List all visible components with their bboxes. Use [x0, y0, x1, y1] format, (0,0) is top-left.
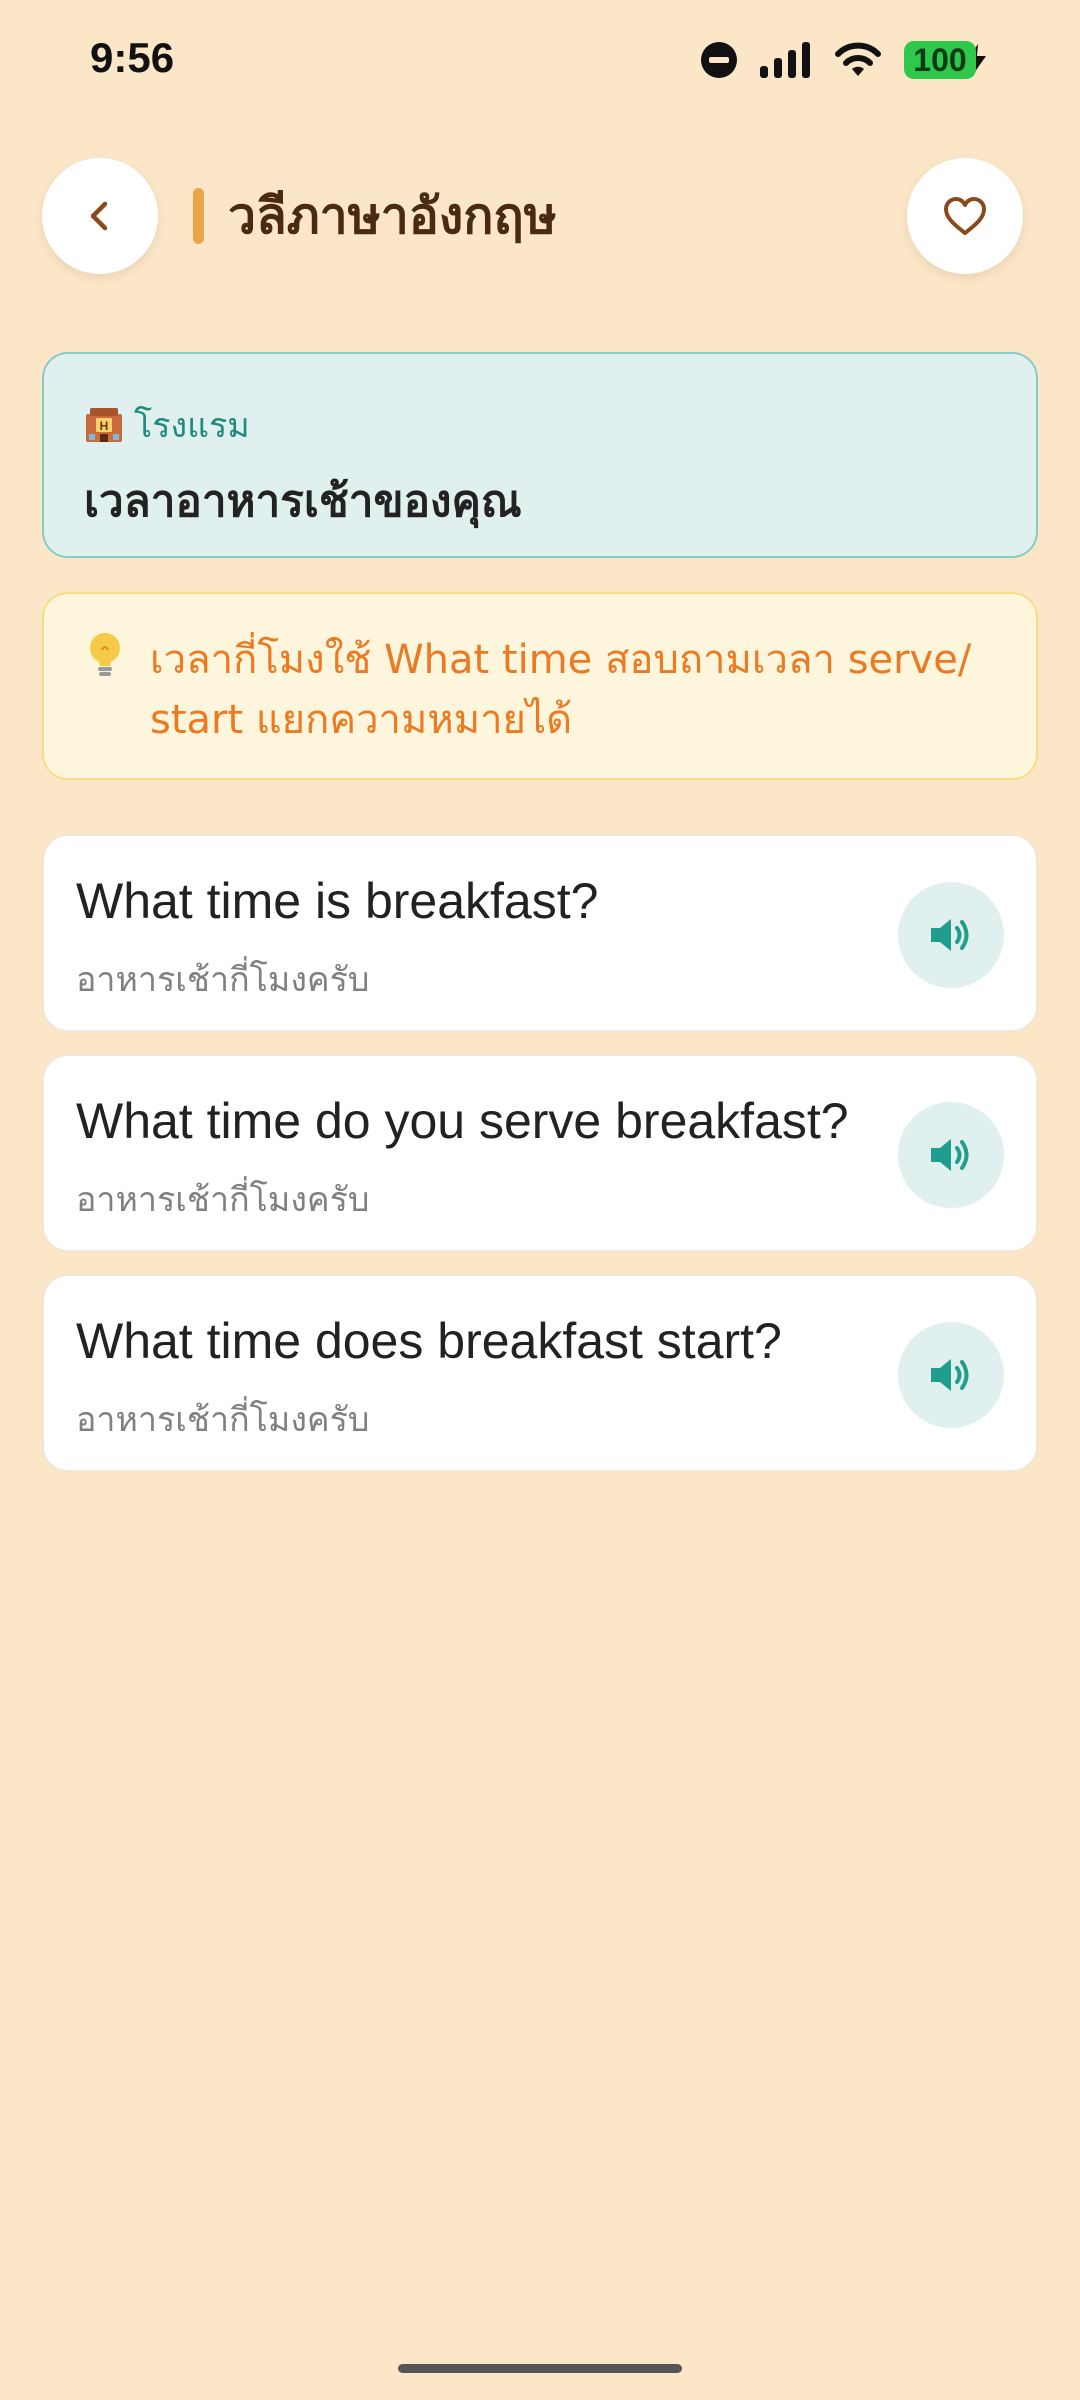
do-not-disturb-icon — [701, 42, 737, 78]
category-label: โรงแรม — [134, 406, 250, 446]
speaker-icon — [931, 1139, 969, 1171]
phrase-english: What time does breakfast start? — [76, 1313, 782, 1369]
category-title: เวลาอาหารเช้าของคุณ — [84, 476, 522, 527]
favorite-button[interactable] — [907, 158, 1023, 274]
category-card: H โรงแรม เวลาอาหารเช้าของคุณ — [42, 352, 1038, 558]
title-accent-bar — [193, 188, 204, 244]
phrase-card[interactable]: What time does breakfast start? อาหารเช้… — [42, 1274, 1038, 1472]
play-audio-button[interactable] — [898, 1102, 1004, 1208]
phrase-card[interactable]: What time is breakfast? อาหารเช้ากี่โมงค… — [42, 834, 1038, 1032]
phrase-english: What time is breakfast? — [76, 873, 599, 929]
back-button[interactable] — [42, 158, 158, 274]
status-bar: 9:56 100 — [0, 0, 1080, 120]
tip-card: เวลากี่โมงใช้ What time สอบถามเวลา serve… — [42, 592, 1038, 780]
svg-text:H: H — [100, 419, 109, 433]
category-label-row: H โรงแรม — [84, 398, 250, 452]
hotel-icon: H — [86, 408, 122, 442]
phrase-thai: อาหารเช้ากี่โมงครับ — [76, 1180, 370, 1220]
cellular-signal-icon — [760, 42, 810, 78]
phrase-english: What time do you serve breakfast? — [76, 1093, 849, 1149]
phrase-thai: อาหารเช้ากี่โมงครับ — [76, 960, 370, 1000]
home-indicator[interactable] — [398, 2364, 682, 2373]
speaker-icon — [931, 1359, 969, 1391]
status-icons: 100 — [700, 38, 990, 82]
heart-outline-icon — [944, 197, 986, 235]
lightbulb-icon — [90, 633, 120, 676]
wifi-icon — [835, 42, 881, 76]
speaker-icon — [931, 919, 969, 951]
phrase-card[interactable]: What time do you serve breakfast? อาหารเ… — [42, 1054, 1038, 1252]
play-audio-button[interactable] — [898, 882, 1004, 988]
tip-text: เวลากี่โมงใช้ What time สอบถามเวลา serve… — [150, 637, 972, 743]
chevron-left-icon — [90, 201, 108, 231]
battery-icon: 100 — [904, 41, 976, 79]
page-title: วลีภาษาอังกฤษ — [228, 187, 557, 245]
play-audio-button[interactable] — [898, 1322, 1004, 1428]
status-time: 9:56 — [90, 34, 175, 81]
phrase-thai: อาหารเช้ากี่โมงครับ — [76, 1400, 370, 1440]
